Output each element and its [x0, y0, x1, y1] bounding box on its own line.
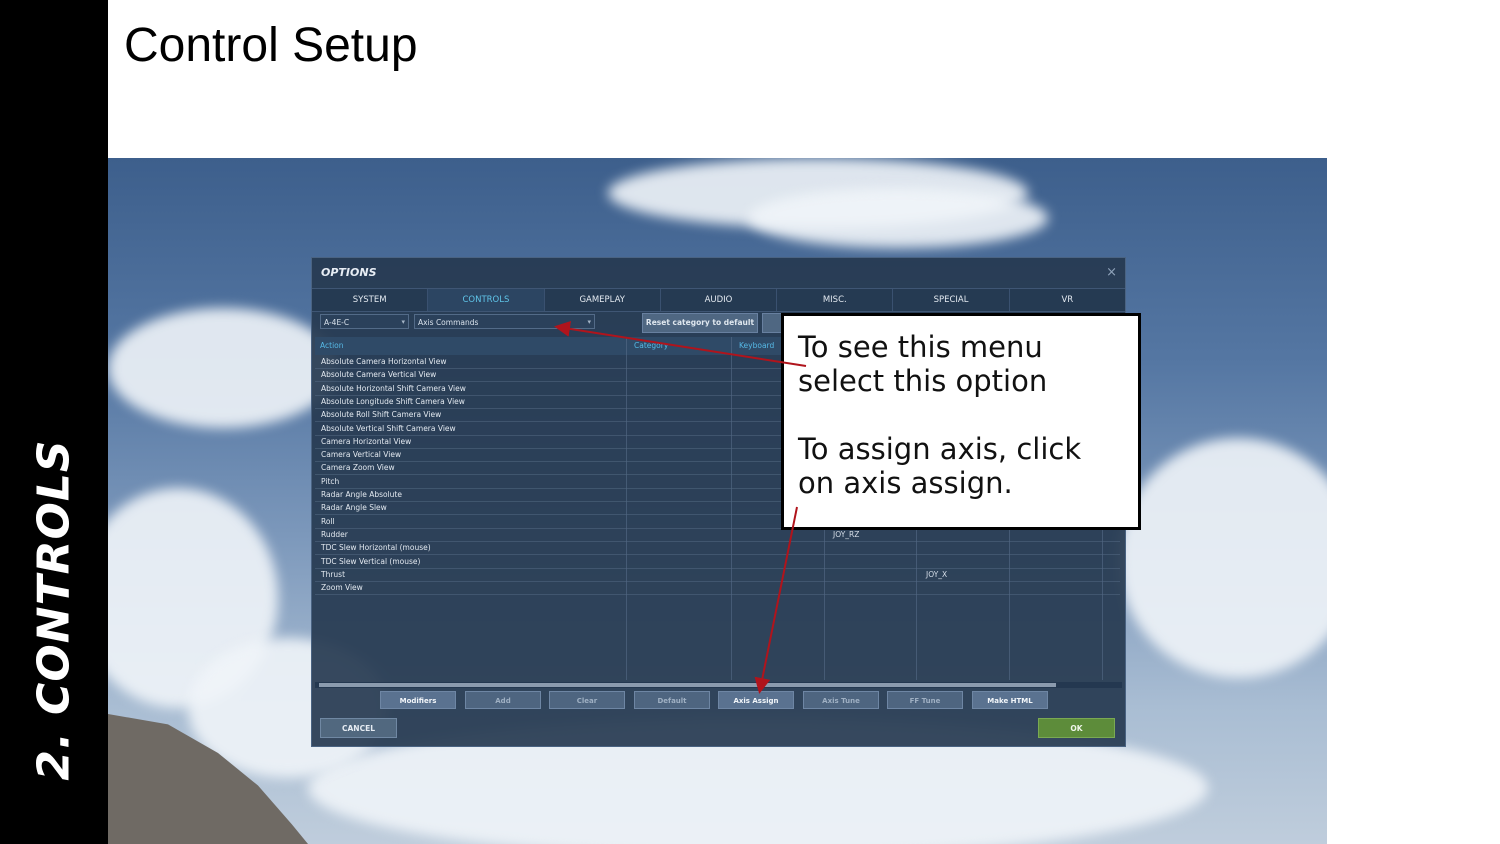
tab-bar: SYSTEM CONTROLS GAMEPLAY AUDIO MISC. SPE…: [312, 288, 1125, 312]
cloud: [748, 188, 1048, 248]
cancel-button[interactable]: CANCEL: [320, 718, 397, 738]
tab-gameplay[interactable]: GAMEPLAY: [545, 289, 661, 311]
slide-title: Control Setup: [124, 19, 418, 72]
sidebar: 2. Controls: [0, 0, 108, 844]
aircraft-select-value: A-4E-C: [324, 318, 350, 327]
action-cell: Camera Vertical View: [321, 450, 402, 460]
make-html-button[interactable]: Make HTML: [972, 691, 1048, 709]
reset-category-button[interactable]: Reset category to default: [642, 313, 758, 333]
game-screenshot: OPTIONS × SYSTEM CONTROLS GAMEPLAY AUDIO…: [108, 158, 1327, 844]
section-label: 2. Controls: [28, 439, 80, 781]
action-cell: Radar Angle Absolute: [321, 490, 402, 499]
column-keyboard[interactable]: Keyboard: [734, 337, 774, 355]
action-cell: Absolute Vertical Shift Camera View: [321, 423, 456, 433]
action-cell: Absolute Camera Vertical View: [321, 370, 437, 380]
tab-controls[interactable]: CONTROLS: [428, 289, 545, 311]
action-cell: Camera Horizontal View: [321, 436, 412, 446]
cloud: [1118, 438, 1327, 678]
tab-audio[interactable]: AUDIO: [661, 289, 778, 311]
cloud: [108, 308, 338, 428]
action-cell: Absolute Longitude Shift Camera View: [321, 396, 465, 406]
callout-text-menu: To see this menu select this option: [798, 330, 1048, 398]
action-cell: TDC Slew Horizontal (mouse): [321, 543, 431, 553]
action-cell: Absolute Camera Horizontal View: [321, 357, 447, 366]
table-row[interactable]: Zoom View: [315, 581, 1120, 596]
callout-text-axis: To assign axis, click on axis assign.: [798, 432, 1082, 500]
action-cell: Pitch: [321, 476, 340, 486]
column-action[interactable]: Action: [315, 337, 344, 355]
axis-assign-button[interactable]: Axis Assign: [718, 691, 794, 709]
tab-system[interactable]: SYSTEM: [312, 289, 429, 311]
table-row[interactable]: TDC Slew Vertical (mouse): [315, 555, 1120, 569]
annotation-callout: To see this menu select this option To a…: [781, 313, 1141, 530]
clear-button[interactable]: Clear: [549, 691, 625, 709]
action-cell: TDC Slew Vertical (mouse): [321, 556, 421, 566]
table-row[interactable]: TDC Slew Horizontal (mouse): [315, 541, 1120, 556]
ok-button[interactable]: OK: [1038, 718, 1115, 738]
action-cell: Absolute Roll Shift Camera View: [321, 410, 442, 420]
aircraft-select[interactable]: A-4E-C ▾: [320, 314, 409, 329]
table-row[interactable]: Thrust JOY_X: [315, 568, 1120, 582]
tab-vr[interactable]: VR: [1010, 289, 1125, 311]
category-select[interactable]: Axis Commands ▾: [414, 314, 595, 329]
modifiers-button[interactable]: Modifiers: [380, 691, 456, 709]
action-cell: Radar Angle Slew: [321, 503, 387, 513]
tab-misc[interactable]: MISC.: [777, 289, 894, 311]
binding-cell[interactable]: JOY_X: [926, 568, 947, 581]
tab-special[interactable]: SPECIAL: [893, 289, 1010, 311]
action-cell: Zoom View: [321, 583, 363, 593]
action-cell: Roll: [321, 516, 335, 526]
chevron-down-icon: ▾: [587, 318, 591, 326]
action-cell: Thrust: [321, 569, 346, 579]
scrollbar-thumb[interactable]: [319, 683, 1056, 687]
add-button[interactable]: Add: [465, 691, 541, 709]
chevron-down-icon: ▾: [401, 318, 405, 326]
action-cell: Rudder: [321, 529, 348, 539]
ff-tune-button[interactable]: FF Tune: [887, 691, 963, 709]
action-cell: Camera Zoom View: [321, 463, 395, 473]
horizontal-scrollbar[interactable]: [315, 682, 1122, 688]
axis-tune-button[interactable]: Axis Tune: [803, 691, 879, 709]
action-cell: Absolute Horizontal Shift Camera View: [321, 383, 466, 393]
category-select-value: Axis Commands: [418, 318, 479, 327]
column-category[interactable]: Category: [629, 337, 668, 355]
close-icon[interactable]: ×: [1106, 265, 1117, 280]
default-button[interactable]: Default: [634, 691, 710, 709]
dialog-title: OPTIONS: [321, 266, 377, 279]
